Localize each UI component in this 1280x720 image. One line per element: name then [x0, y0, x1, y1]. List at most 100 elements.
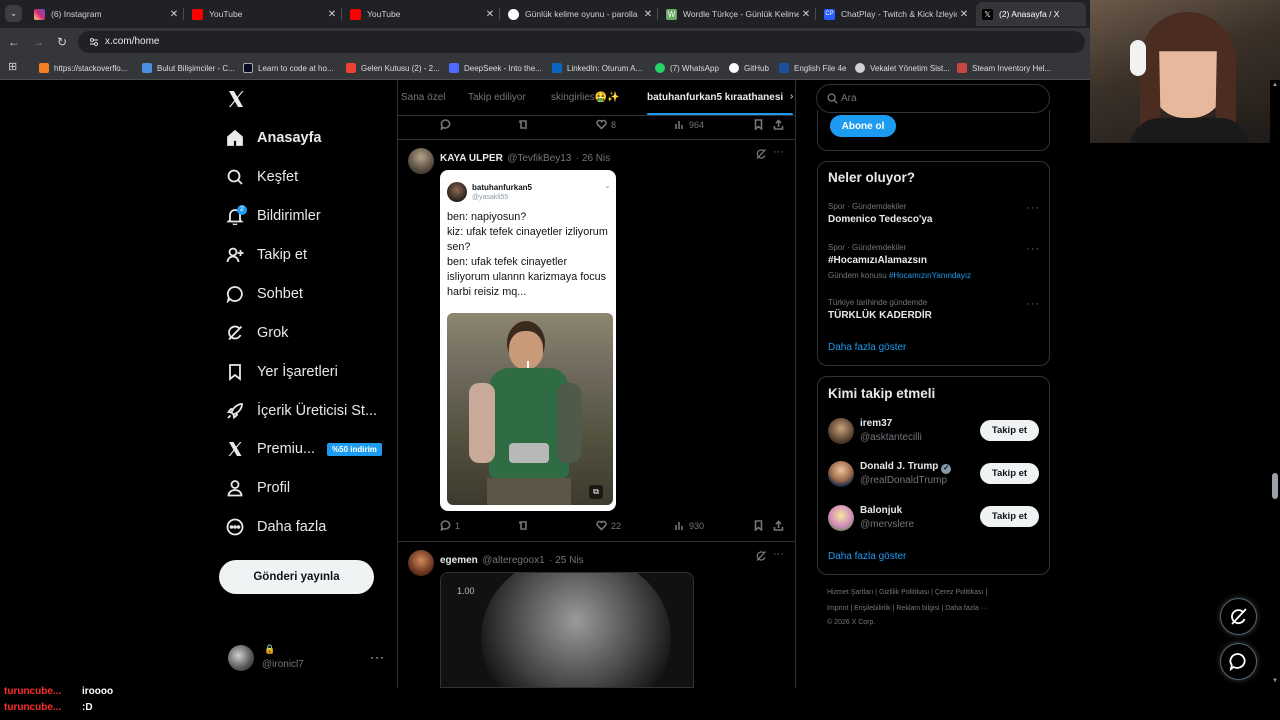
nav-explore[interactable]: Keşfet	[226, 164, 298, 190]
follow-button[interactable]: Takip et	[980, 420, 1039, 441]
post-button[interactable]: Gönderi yayınla	[219, 560, 374, 594]
post-author-handle[interactable]: @alteregoox1	[482, 555, 544, 566]
nav-grok[interactable]: Grok	[226, 320, 288, 346]
reply-button[interactable]: 1	[440, 520, 460, 531]
nav-bookmarks[interactable]: Yer İşaretleri	[226, 359, 338, 385]
nav-follow[interactable]: Takip et	[226, 242, 307, 268]
repost-button[interactable]	[518, 520, 533, 531]
nav-premium[interactable]: Premiu... %50 indirim	[226, 436, 382, 462]
bookmark-freecodecamp[interactable]: Learn to code at ho...	[243, 61, 334, 75]
messages-floating-button[interactable]	[1220, 643, 1257, 680]
nav-more[interactable]: Daha fazla	[226, 514, 326, 540]
image-edit-icon[interactable]: ⧉	[589, 485, 603, 499]
trend-item[interactable]: Domenico Tedesco'ya	[828, 214, 932, 225]
who-to-follow-show-more-link[interactable]: Daha fazla göster	[828, 551, 906, 562]
page-scrollbar-thumb[interactable]	[1272, 473, 1278, 499]
bookmark-english-file[interactable]: English File 4e	[779, 61, 846, 75]
post-date[interactable]: · 26 Nis	[576, 153, 610, 164]
post-date[interactable]: · 25 Nis	[549, 555, 583, 566]
browser-tab-youtube-2[interactable]: YouTube ✕	[344, 2, 497, 26]
apps-grid-icon[interactable]: ⊞	[8, 61, 20, 73]
footer-links-row-2[interactable]: Imprint | Erişilebilirlik | Reklam bilgi…	[827, 605, 988, 612]
browser-tab-youtube-1[interactable]: YouTube ✕	[186, 2, 339, 26]
tab-batuhanfurkan5-list[interactable]: batuhanfurkan5 kıraathanesi	[647, 92, 783, 103]
suggested-user-name[interactable]: Donald J. Trump ✓	[860, 461, 952, 474]
reload-icon[interactable]: ↻	[54, 34, 70, 50]
post-author-avatar[interactable]	[408, 550, 434, 576]
post-author-name[interactable]: KAYA ULPER	[440, 153, 503, 164]
trend-more-icon[interactable]: ···	[1026, 298, 1040, 310]
post-author-avatar[interactable]	[408, 148, 434, 174]
avatar[interactable]	[828, 418, 854, 444]
bookmark-gmail[interactable]: Gelen Kutusu (2) - 2...	[346, 61, 440, 75]
share-button[interactable]	[773, 520, 788, 531]
browser-tab-instagram[interactable]: (6) Instagram ✕	[28, 2, 181, 26]
bookmark-vekalet[interactable]: Vekalet Yönetim Sist...	[855, 61, 950, 75]
post-author-handle[interactable]: @TevfikBey13	[507, 153, 571, 164]
bookmark-github[interactable]: GitHub	[729, 61, 769, 75]
tab-following[interactable]: Takip ediliyor	[468, 92, 526, 103]
page-scrollbar-up[interactable]: ▲	[1272, 82, 1278, 88]
close-icon[interactable]: ✕	[957, 9, 971, 20]
suggested-user-name[interactable]: Balonjuk	[860, 505, 902, 516]
post-more-icon[interactable]: ···	[773, 548, 784, 560]
close-icon[interactable]: ✕	[167, 9, 181, 20]
back-arrow-icon[interactable]: ←	[6, 34, 22, 50]
post-author-name[interactable]: egemen	[440, 555, 478, 566]
bookmark-linkedin[interactable]: LinkedIn: Oturum A...	[552, 61, 642, 75]
trend-item[interactable]: #HocamızıAlamazsın	[828, 255, 927, 266]
post-media[interactable]: 1.00	[440, 572, 694, 688]
close-icon[interactable]: ✕	[483, 9, 497, 20]
nav-home[interactable]: Anasayfa	[226, 125, 321, 151]
tab-search-button[interactable]: ⌄	[5, 5, 22, 22]
reply-button[interactable]	[440, 119, 455, 130]
close-icon[interactable]: ✕	[641, 9, 655, 20]
trends-show-more-link[interactable]: Daha fazla göster	[828, 342, 906, 353]
bookmark-stackoverflow[interactable]: https://stackoverflo...	[39, 61, 127, 75]
search-input[interactable]	[841, 91, 1031, 106]
account-more-icon[interactable]: ···	[370, 650, 385, 664]
follow-button[interactable]: Takip et	[980, 506, 1039, 527]
bookmark-post-button[interactable]	[753, 119, 768, 130]
suggested-user-name[interactable]: irem37	[860, 418, 892, 429]
bookmark-post-button[interactable]	[753, 520, 768, 531]
site-settings-icon[interactable]	[88, 36, 100, 48]
like-button[interactable]: 8	[596, 119, 616, 130]
browser-tab-x-home[interactable]: 𝕏 (2) Anasayfa / X	[976, 2, 1086, 26]
quoted-screenshot-card[interactable]: batuhanfurkan5 @yasakli55 ⌄ ben: napiyos…	[440, 170, 616, 511]
close-icon[interactable]: ✕	[325, 9, 339, 20]
address-bar[interactable]: x.com/home	[78, 31, 1085, 53]
close-icon[interactable]: ✕	[799, 9, 813, 20]
views-button[interactable]: 964	[674, 119, 704, 130]
share-button[interactable]	[773, 119, 788, 130]
nav-creator-studio[interactable]: İçerik Üreticisi St...	[226, 398, 377, 424]
bookmark-steam[interactable]: Steam Inventory Hel...	[957, 61, 1051, 75]
post-more-icon[interactable]: ···	[773, 146, 784, 158]
browser-tab-parolla[interactable]: Günlük kelime oyunu - parolla ✕	[502, 2, 655, 26]
trend-more-icon[interactable]: ···	[1026, 202, 1040, 214]
grok-explain-icon[interactable]	[755, 549, 767, 561]
search-box[interactable]	[816, 84, 1050, 113]
nav-profile[interactable]: Profil	[226, 475, 290, 501]
footer-links-row-1[interactable]: Hizmet Şartları | Gizlilik Politikası | …	[827, 589, 987, 596]
like-button[interactable]: 22	[596, 520, 621, 531]
trend-more-icon[interactable]: ···	[1026, 243, 1040, 255]
bookmark-bulut[interactable]: Bulut Bilişimciler - C...	[142, 61, 235, 75]
avatar[interactable]	[828, 505, 854, 531]
chevron-right-icon[interactable]: ›	[790, 91, 793, 102]
tab-for-you[interactable]: Sana özel	[401, 92, 445, 103]
avatar[interactable]	[828, 461, 854, 487]
bookmark-whatsapp[interactable]: (7) WhatsApp	[655, 61, 719, 75]
x-logo[interactable]	[226, 89, 246, 109]
subscribe-button[interactable]: Abone ol	[830, 115, 896, 137]
bookmark-deepseek[interactable]: DeepSeek - Into the...	[449, 61, 542, 75]
grok-explain-icon[interactable]	[755, 147, 767, 159]
browser-tab-wordle[interactable]: W Wordle Türkçe - Günlük Kelime ✕	[660, 2, 813, 26]
page-scrollbar-track[interactable]	[1270, 80, 1280, 688]
follow-button[interactable]: Takip et	[980, 463, 1039, 484]
trend-hashtag-link[interactable]: #HocamızınYanındayız	[889, 271, 971, 280]
trend-item[interactable]: TÜRKLÜK KADERDİR	[828, 310, 932, 321]
views-button[interactable]: 930	[674, 520, 704, 531]
nav-chat[interactable]: Sohbet	[226, 281, 303, 307]
grok-floating-button[interactable]	[1220, 598, 1257, 635]
